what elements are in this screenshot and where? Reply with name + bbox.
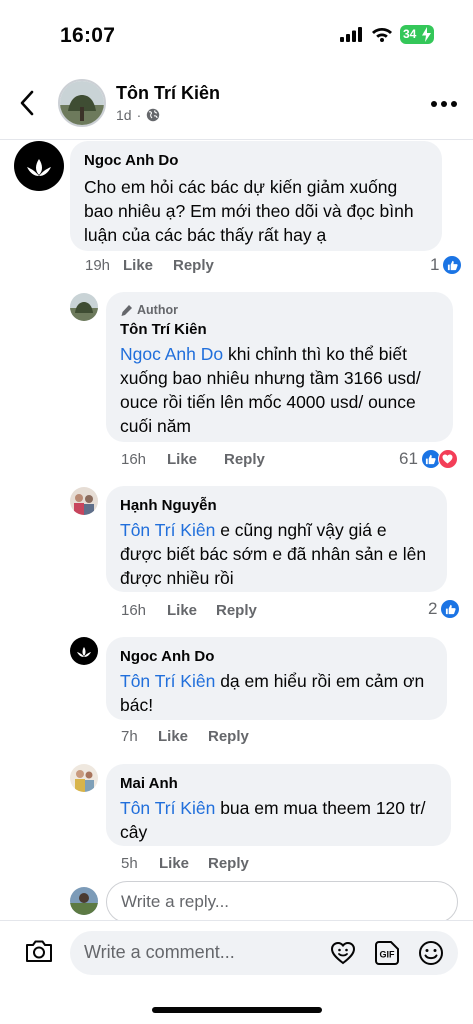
like-button[interactable]: Like — [167, 451, 224, 468]
pen-icon — [121, 304, 132, 316]
reply-input[interactable]: Write a reply... — [106, 881, 458, 923]
comment-time: 7h — [121, 728, 138, 745]
comment-text: Cho em hỏi các bác dự kiến giảm xuống ba… — [84, 177, 414, 245]
commenter-avatar[interactable] — [70, 764, 98, 792]
comment-composer-bar: Write a comment... GIF — [0, 920, 473, 1024]
like-button[interactable]: Like — [167, 602, 216, 619]
reply-button[interactable]: Reply — [208, 728, 249, 745]
status-bar: 16:07 34 — [0, 0, 473, 70]
like-reaction-icon — [440, 599, 461, 619]
commenter-name[interactable]: Ngoc Anh Do — [84, 151, 428, 171]
reply-button[interactable]: Reply — [216, 602, 257, 619]
commenter-name[interactable]: Ngoc Anh Do — [120, 647, 433, 667]
commenter-name[interactable]: Tôn Trí Kiên — [120, 320, 439, 340]
landscape-photo-icon — [70, 293, 98, 321]
comment-text: Ngoc Anh Do khi chỉnh thì ko thể biết xu… — [120, 342, 439, 438]
dot-separator: · — [136, 107, 142, 123]
comment-actions: 5h Like Reply — [121, 855, 249, 872]
author-label: Author — [137, 303, 178, 317]
comment-text: Tôn Trí Kiên bua em mua theem 120 tr/ câ… — [120, 796, 437, 844]
author-avatar[interactable] — [58, 79, 106, 127]
reaction-count: 61 — [399, 449, 418, 468]
profile-photo-icon — [70, 887, 98, 915]
like-reaction-icon — [442, 255, 463, 275]
like-button[interactable]: Like — [123, 257, 173, 274]
reply-button[interactable]: Reply — [224, 451, 265, 468]
family-photo-icon — [70, 764, 98, 792]
my-avatar — [70, 887, 98, 915]
comment-actions: 16h Like Reply — [121, 451, 265, 468]
comment-text: Tôn Trí Kiên e cũng nghĩ vậy giá e được … — [120, 518, 433, 590]
mention-link[interactable]: Tôn Trí Kiên — [120, 520, 215, 540]
family-photo-icon — [70, 487, 98, 515]
comment-bubble[interactable]: Ngoc Anh Do Cho em hỏi các bác dự kiến g… — [70, 141, 442, 251]
comment-bubble[interactable]: Hạnh Nguyễn Tôn Trí Kiên e cũng nghĩ vậy… — [106, 486, 447, 592]
commenter-avatar[interactable] — [70, 637, 98, 665]
comment-time: 5h — [121, 855, 138, 872]
comment-text: Tôn Trí Kiên dạ em hiểu rồi em cảm ơn bá… — [120, 669, 433, 717]
battery-level: 34 — [403, 27, 417, 41]
post-age: 1d — [116, 107, 132, 123]
wifi-icon — [372, 28, 392, 42]
camera-icon[interactable] — [24, 938, 54, 964]
comment-actions: 16h Like Reply — [121, 602, 257, 619]
mention-link[interactable]: Ngoc Anh Do — [120, 344, 223, 364]
lotus-icon — [77, 647, 91, 657]
back-arrow-icon[interactable] — [16, 88, 38, 118]
commenter-avatar[interactable] — [70, 487, 98, 515]
comment-bubble[interactable]: Mai Anh Tôn Trí Kiên bua em mua theem 12… — [106, 764, 451, 846]
reaction-count: 1 — [430, 255, 440, 274]
love-reaction-icon — [437, 449, 458, 469]
post-author-name[interactable]: Tôn Trí Kiên — [116, 83, 220, 104]
mention-link[interactable]: Tôn Trí Kiên — [120, 671, 215, 691]
like-button[interactable]: Like — [159, 855, 208, 872]
reaction-summary[interactable]: 1 — [430, 255, 463, 275]
status-time: 16:07 — [60, 24, 116, 47]
comment-time: 19h — [85, 257, 111, 274]
commenter-avatar[interactable] — [70, 293, 98, 321]
post-meta: 1d · — [116, 107, 160, 123]
comment-bubble[interactable]: Ngoc Anh Do Tôn Trí Kiên dạ em hiểu rồi … — [106, 637, 447, 720]
commenter-name[interactable]: Hạnh Nguyễn — [120, 496, 433, 516]
reply-button[interactable]: Reply — [208, 855, 249, 872]
reaction-summary[interactable]: 61 — [399, 449, 458, 469]
reaction-count: 2 — [428, 599, 438, 618]
comment-input[interactable]: Write a comment... GIF — [70, 931, 458, 975]
svg-text:GIF: GIF — [380, 950, 396, 960]
mention-link[interactable]: Tôn Trí Kiên — [120, 798, 215, 818]
comment-actions: 7h Like Reply — [121, 728, 249, 745]
like-button[interactable]: Like — [158, 728, 208, 745]
reply-button[interactable]: Reply — [173, 257, 214, 274]
avatar-sticker-icon[interactable] — [329, 939, 357, 967]
comment-placeholder: Write a comment... — [84, 942, 235, 962]
charging-icon — [422, 27, 431, 42]
signal-icon — [340, 27, 362, 42]
landscape-photo-icon — [60, 81, 104, 125]
comment-actions: 19h Like Reply — [85, 257, 214, 274]
gif-icon[interactable]: GIF — [373, 939, 401, 967]
globe-icon — [147, 108, 160, 122]
commenter-avatar[interactable] — [14, 141, 64, 191]
post-header: Tôn Trí Kiên 1d · — [0, 72, 473, 140]
home-indicator — [152, 1007, 322, 1013]
lotus-icon — [27, 159, 51, 176]
more-icon[interactable] — [431, 101, 457, 107]
reaction-summary[interactable]: 2 — [428, 599, 461, 619]
comment-bubble[interactable]: Author Tôn Trí Kiên Ngoc Anh Do khi chỉn… — [106, 292, 453, 442]
comment-time: 16h — [121, 602, 147, 619]
battery-indicator: 34 — [400, 25, 434, 44]
commenter-name[interactable]: Mai Anh — [120, 774, 437, 794]
author-badge: Author — [120, 302, 439, 318]
emoji-icon[interactable] — [417, 939, 445, 967]
comment-time: 16h — [121, 451, 147, 468]
